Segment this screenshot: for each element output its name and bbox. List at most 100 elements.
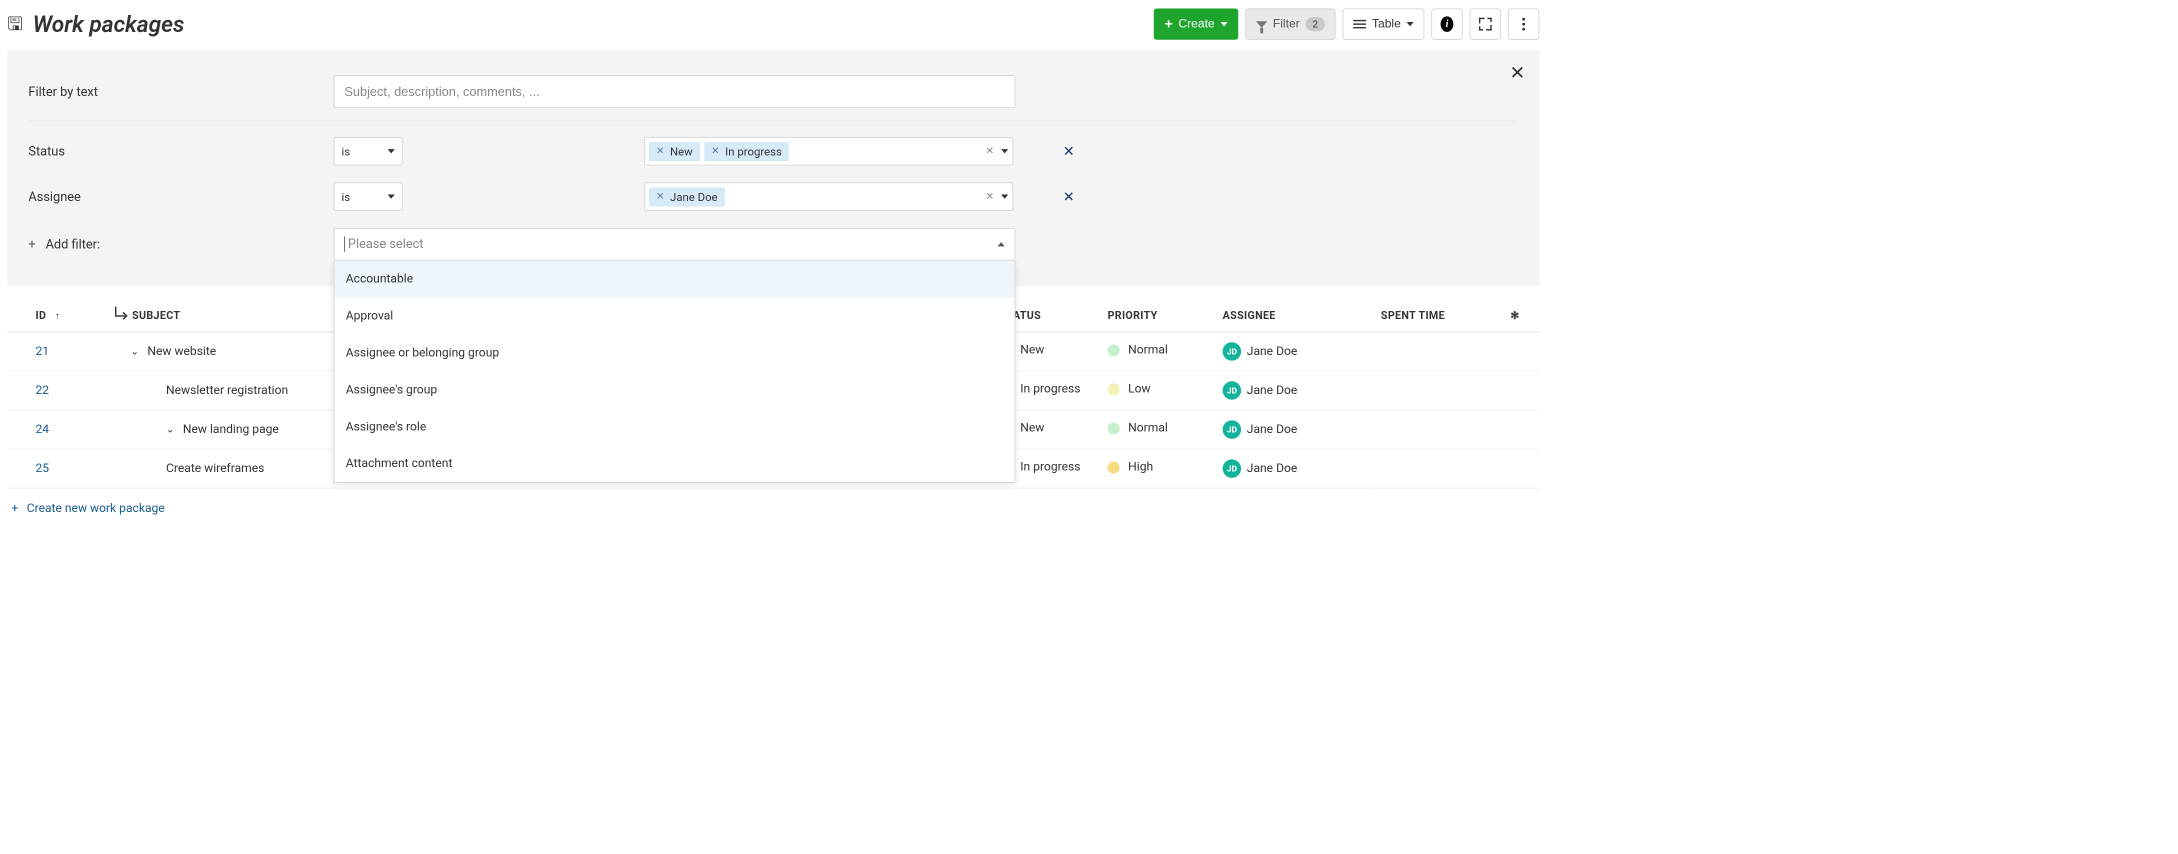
chevron-down-icon[interactable]: [1001, 195, 1008, 199]
sort-asc-icon: ↑: [55, 310, 60, 321]
remove-chip-icon[interactable]: ✕: [656, 146, 664, 157]
avatar: JD: [1223, 459, 1241, 477]
view-switch-label: Table: [1372, 17, 1401, 31]
filter-button[interactable]: Filter 2: [1245, 9, 1336, 40]
filter-assignee-operator-select[interactable]: is: [334, 182, 403, 210]
chevron-down-icon[interactable]: [1001, 149, 1008, 153]
filter-button-label: Filter: [1273, 17, 1300, 31]
filter-count-badge: 2: [1305, 17, 1325, 31]
wp-subject: Create wireframes: [166, 462, 264, 476]
wp-spent-time: [1374, 449, 1503, 488]
priority-dot-icon: [1108, 422, 1120, 434]
wp-status: In progress: [1020, 382, 1080, 396]
kebab-icon: [1522, 18, 1525, 31]
hierarchy-icon: [115, 307, 125, 317]
table-icon: [1354, 20, 1367, 29]
add-filter-text: Add filter:: [46, 237, 101, 252]
add-filter-placeholder: Please select: [348, 236, 424, 251]
view-switch-button[interactable]: Table: [1343, 9, 1424, 40]
filter-status-operator-value: is: [342, 144, 351, 157]
chevron-down-icon: [388, 195, 395, 199]
filter-status-values-select[interactable]: ✕ New ✕ In progress ✕: [644, 137, 1013, 165]
wp-priority: Low: [1128, 382, 1150, 396]
priority-dot-icon: [1108, 383, 1120, 395]
chip-status-new: ✕ New: [649, 142, 700, 161]
filter-row-add: + Add filter: Please select Accountable …: [28, 219, 1518, 269]
avatar: JD: [1223, 342, 1241, 360]
wp-assignee: Jane Doe: [1247, 422, 1297, 436]
dropdown-item-attachment-content[interactable]: Attachment content: [334, 445, 1014, 482]
dropdown-item-assignee-group[interactable]: Assignee or belonging group: [334, 334, 1014, 371]
filter-assignee-values-select[interactable]: ✕ Jane Doe ✕: [644, 182, 1013, 210]
filter-text-label: Filter by text: [28, 84, 333, 99]
chevron-down-icon: [388, 149, 395, 153]
chip-label: New: [670, 144, 693, 157]
priority-dot-icon: [1108, 461, 1120, 473]
wp-subject: New website: [147, 344, 216, 358]
remove-filter-status-button[interactable]: ✕: [1063, 143, 1075, 160]
add-filter-select[interactable]: Please select: [334, 228, 1016, 261]
chip-assignee-jane: ✕ Jane Doe: [649, 187, 725, 206]
fullscreen-button[interactable]: [1470, 9, 1501, 40]
wp-priority: Normal: [1128, 343, 1168, 357]
wp-priority: High: [1128, 460, 1153, 474]
dropdown-item-assignees-group[interactable]: Assignee's group: [334, 371, 1014, 408]
clear-values-icon[interactable]: ✕: [986, 146, 994, 157]
priority-dot-icon: [1108, 344, 1120, 356]
remove-chip-icon[interactable]: ✕: [656, 191, 664, 202]
filter-assignee-operator-value: is: [342, 190, 351, 203]
wp-status: New: [1020, 421, 1044, 435]
wp-assignee: Jane Doe: [1247, 383, 1297, 397]
page-title: Work packages: [33, 11, 185, 38]
dropdown-item-approval[interactable]: Approval: [334, 297, 1014, 334]
remove-chip-icon[interactable]: ✕: [711, 146, 719, 157]
close-panel-button[interactable]: ✕: [1510, 62, 1525, 83]
plus-icon: +: [28, 237, 35, 252]
chip-label: Jane Doe: [670, 190, 718, 203]
wp-status: New: [1020, 343, 1044, 357]
create-new-wp-link[interactable]: + Create new work package: [7, 498, 169, 518]
wp-id-link[interactable]: 25: [36, 461, 50, 475]
save-icon[interactable]: 🖫: [7, 15, 23, 33]
col-header-assignee[interactable]: ASSIGNEE: [1216, 299, 1374, 332]
filter-row-assignee: Assignee is ✕ Jane Doe ✕ ✕: [28, 174, 1518, 219]
filter-status-label: Status: [28, 144, 333, 159]
create-button-label: Create: [1178, 17, 1214, 31]
info-icon: i: [1441, 16, 1454, 32]
col-header-settings[interactable]: ✻: [1503, 299, 1539, 332]
filter-row-text: Filter by text: [28, 67, 1518, 117]
col-header-priority[interactable]: PRIORITY: [1100, 299, 1215, 332]
fullscreen-icon: [1479, 18, 1492, 31]
col-header-id[interactable]: ID ↑: [7, 299, 108, 332]
dropdown-item-accountable[interactable]: Accountable: [334, 261, 1014, 298]
wp-spent-time: [1374, 332, 1503, 371]
wp-assignee: Jane Doe: [1247, 344, 1297, 358]
wp-id-link[interactable]: 22: [36, 383, 50, 397]
wp-subject: Newsletter registration: [166, 383, 288, 397]
remove-filter-assignee-button[interactable]: ✕: [1063, 188, 1075, 205]
more-actions-button[interactable]: [1508, 9, 1539, 40]
wp-id-link[interactable]: 24: [36, 422, 50, 436]
wp-subject: New landing page: [183, 422, 279, 436]
clear-values-icon[interactable]: ✕: [986, 191, 994, 202]
chevron-down-icon: [1220, 22, 1227, 26]
col-header-spent[interactable]: SPENT TIME: [1374, 299, 1503, 332]
chip-status-in-progress: ✕ In progress: [704, 142, 789, 161]
chevron-down-icon: [1407, 22, 1414, 26]
expand-caret-icon[interactable]: ⌄: [131, 346, 139, 357]
dropdown-item-assignees-role[interactable]: Assignee's role: [334, 408, 1014, 445]
filter-status-operator-select[interactable]: is: [334, 137, 403, 165]
add-filter-label: + Add filter:: [28, 237, 333, 252]
wp-assignee: Jane Doe: [1247, 462, 1297, 476]
chip-label: In progress: [725, 144, 782, 157]
info-button[interactable]: i: [1431, 9, 1462, 40]
wp-spent-time: [1374, 371, 1503, 410]
create-button[interactable]: + Create: [1154, 9, 1238, 40]
plus-icon: +: [11, 501, 18, 515]
wp-id-link[interactable]: 21: [36, 344, 50, 358]
wp-spent-time: [1374, 410, 1503, 449]
chevron-up-icon: [998, 242, 1005, 246]
filter-text-input[interactable]: [334, 75, 1016, 108]
expand-caret-icon[interactable]: ⌄: [166, 424, 174, 435]
page-header: 🖫 Work packages + Create Filter 2 Table …: [7, 9, 1539, 50]
